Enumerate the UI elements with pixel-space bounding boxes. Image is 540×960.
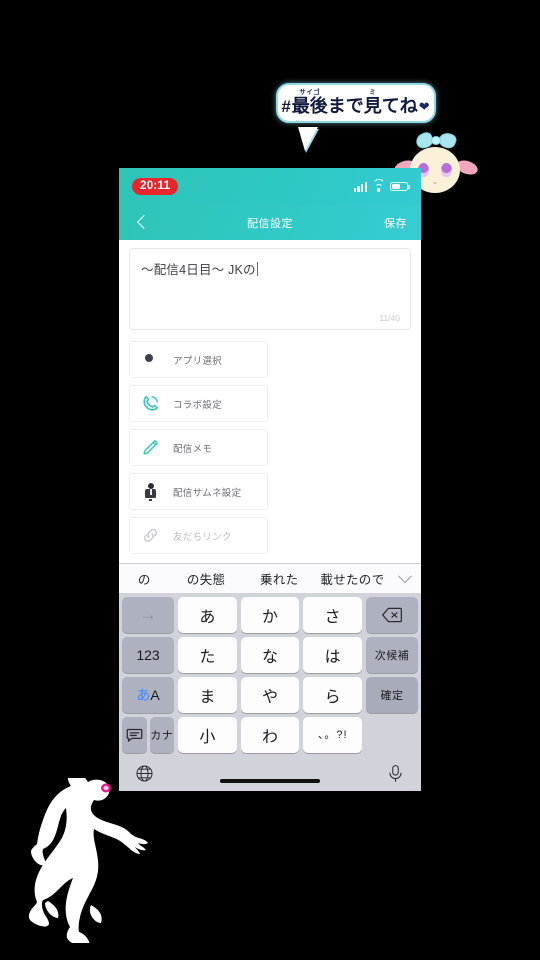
confirm-column: 確定 <box>366 677 419 713</box>
status-bar: 20:11 <box>119 168 421 205</box>
recording-time-pill: 20:11 <box>132 178 179 195</box>
suggestion-item[interactable]: 乗れた <box>243 569 316 588</box>
key-ya[interactable]: や <box>240 677 300 713</box>
menu-item-thumbnail-settings[interactable]: 配信サムネ設定 <box>129 473 268 510</box>
bubble-ruby-group-2: ミ 見 <box>363 89 382 116</box>
menu-label: 友だちリンク <box>173 531 232 543</box>
wifi-icon <box>372 178 385 192</box>
key-na[interactable]: な <box>240 637 300 673</box>
key-ma[interactable]: ま <box>178 677 237 713</box>
phone-collab-icon <box>141 394 160 413</box>
stream-title-input[interactable]: 〜配信4日目〜 JKの 11/40 <box>129 248 411 330</box>
bubble-base-1: 最後 <box>291 96 328 116</box>
page-title: 配信設定 <box>247 217 293 230</box>
sheep-bow-icon <box>413 130 459 151</box>
bubble-tail-text: てね <box>381 96 418 116</box>
next-candidate-key[interactable]: 次候補 <box>366 637 419 673</box>
save-button[interactable]: 保存 <box>384 215 407 231</box>
key-ka[interactable]: か <box>240 597 300 633</box>
key-punctuation[interactable]: 、。?! <box>303 717 363 753</box>
key-a[interactable]: あ <box>178 597 237 633</box>
signal-bars-icon <box>353 182 367 192</box>
key-ta[interactable]: た <box>178 637 237 673</box>
key-row: カナ 小 わ 、。?! <box>122 717 418 753</box>
chevron-down-icon[interactable] <box>389 574 421 584</box>
key-ra[interactable]: ら <box>303 677 363 713</box>
key-cursor-right[interactable]: → <box>122 597 174 633</box>
thumbnail-person-icon <box>141 482 160 501</box>
sheep-nose-icon: ⌄ <box>431 177 439 186</box>
menu-item-stream-memo[interactable]: 配信メモ <box>129 429 268 466</box>
screen-root: # サイゴ 最後 まで ミ 見 てね ❤ ⌄ 20:11 配信設定 保存 〜配信… <box>0 0 540 960</box>
status-icons <box>353 178 410 192</box>
key-row: あA ま や ら 確定 <box>122 677 419 713</box>
phone-screen: 20:11 配信設定 保存 〜配信4日目〜 JKの 11/40 アプリ選択 コラ… <box>119 168 421 791</box>
bubble-ruby-group-1: サイゴ 最後 <box>291 89 328 116</box>
sheep-eye-right-icon <box>441 163 452 177</box>
keyboard-switch-icon[interactable] <box>122 717 147 753</box>
key-left-pair: カナ <box>122 717 174 753</box>
confirm-key[interactable]: 確定 <box>366 677 419 713</box>
menu-label: 配信メモ <box>173 443 213 455</box>
suggestion-item[interactable]: 載せたので <box>316 569 389 588</box>
stream-title-value: 〜配信4日目〜 JKの <box>141 263 256 277</box>
key-katakana-mode[interactable]: カナ <box>149 717 174 753</box>
speech-bubble-overlay: # サイゴ 最後 まで ミ 見 てね ❤ <box>276 83 436 151</box>
heart-icon: ❤ <box>418 99 430 114</box>
menu-label: 配信サムネ設定 <box>173 487 242 499</box>
settings-menu-grid: アプリ選択 コラボ設定 配信メモ 配信サムネ設定 友だちリンク <box>129 341 411 554</box>
key-sa[interactable]: さ <box>303 597 363 633</box>
key-grid: → あ か さ 123 た な は 次候補 あA ま や ら 確定 カナ 小 わ… <box>119 593 421 753</box>
suggestion-bar: の の失態 乗れた 載せたので <box>119 563 421 593</box>
speech-bubble: # サイゴ 最後 まで ミ 見 てね ❤ <box>276 83 436 123</box>
microphone-icon[interactable] <box>386 764 405 783</box>
menu-label: コラボ設定 <box>173 399 223 411</box>
pencil-memo-icon <box>141 438 160 457</box>
software-keyboard: の の失態 乗れた 載せたので → あ か さ 123 た な は 次候補 あA… <box>119 563 421 791</box>
character-counter: 11/40 <box>379 313 400 323</box>
app-select-icon <box>133 342 160 369</box>
speech-bubble-tail <box>298 127 318 151</box>
suggestion-item[interactable]: の <box>119 569 169 588</box>
key-small-char[interactable]: 小 <box>178 717 237 753</box>
home-indicator <box>220 779 320 783</box>
menu-item-app-select[interactable]: アプリ選択 <box>129 341 268 378</box>
key-row: 123 た な は 次候補 <box>122 637 419 673</box>
settings-content: 〜配信4日目〜 JKの 11/40 アプリ選択 コラボ設定 配信メモ 配信サムネ… <box>119 240 421 568</box>
text-caret <box>256 262 259 276</box>
suggestion-item[interactable]: の失態 <box>169 569 242 588</box>
key-numeric-mode[interactable]: 123 <box>122 637 174 673</box>
delete-key[interactable] <box>366 597 419 633</box>
key-wa[interactable]: わ <box>240 717 300 753</box>
battery-icon <box>390 181 410 192</box>
menu-item-friend-link[interactable]: 友だちリンク <box>129 517 268 554</box>
nav-bar: 配信設定 保存 <box>119 205 421 240</box>
link-chain-icon <box>141 526 160 545</box>
key-spacer <box>366 717 418 753</box>
key-ha[interactable]: は <box>303 637 363 673</box>
bubble-hash: # <box>281 97 291 116</box>
menu-item-collab-settings[interactable]: コラボ設定 <box>129 385 268 422</box>
key-kana-alpha-mode[interactable]: あA <box>122 677 174 713</box>
dancing-silhouette <box>18 778 168 943</box>
key-row: → あ か さ <box>122 597 419 633</box>
bubble-mid-text: まで <box>327 96 364 116</box>
bubble-base-2: 見 <box>363 96 382 116</box>
menu-label: アプリ選択 <box>173 355 223 367</box>
